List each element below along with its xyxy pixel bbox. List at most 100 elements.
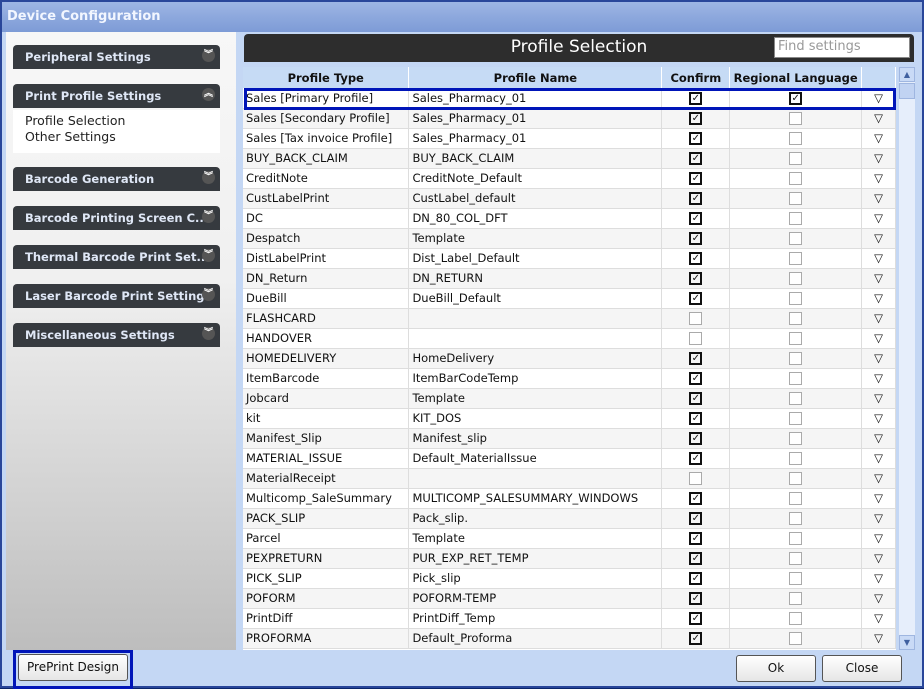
table-row[interactable]: PACK_SLIP Pack_slip. ✓ ▽	[243, 508, 896, 529]
scroll-thumb[interactable]	[899, 83, 915, 99]
filter-triangle-icon[interactable]: ▽	[861, 248, 896, 269]
filter-triangle-icon[interactable]: ▽	[861, 608, 896, 629]
table-row[interactable]: MATERIAL_ISSUE Default_MaterialIssue ✓ ▽	[243, 448, 896, 469]
ok-button[interactable]: Ok	[736, 655, 816, 682]
unchecked-checkbox[interactable]	[789, 392, 803, 405]
profile-name[interactable]: MULTICOMP_SALESUMMARY_WINDOWS	[408, 488, 663, 509]
profile-name[interactable]: Template	[408, 528, 663, 549]
chevron-double-down-icon[interactable]: ︾	[202, 288, 215, 301]
profile-name[interactable]: Sales_Pharmacy_01	[408, 128, 663, 149]
profile-name[interactable]: Manifest_slip	[408, 428, 663, 449]
table-row[interactable]: PROFORMA Default_Proforma ✓ ▽	[243, 628, 896, 649]
unchecked-checkbox[interactable]	[789, 332, 803, 345]
unchecked-checkbox[interactable]	[789, 232, 803, 245]
filter-triangle-icon[interactable]: ▽	[861, 568, 896, 589]
table-row[interactable]: kit KIT_DOS ✓ ▽	[243, 408, 896, 429]
profile-name[interactable]: Template	[408, 228, 663, 249]
profile-name[interactable]: Dist_Label_Default	[408, 248, 663, 269]
profile-name[interactable]: Default_Proforma	[408, 628, 663, 649]
filter-triangle-icon[interactable]: ▽	[861, 328, 896, 349]
profile-name[interactable]: DN_80_COL_DFT	[408, 208, 663, 229]
filter-triangle-icon[interactable]: ▽	[861, 208, 896, 229]
unchecked-checkbox[interactable]	[789, 112, 803, 125]
unchecked-checkbox[interactable]	[789, 592, 803, 605]
table-row[interactable]: Sales [Tax invoice Profile] Sales_Pharmac…	[243, 128, 896, 149]
checked-checkbox[interactable]: ✓	[689, 152, 703, 165]
profile-name[interactable]: PUR_EXP_RET_TEMP	[408, 548, 663, 569]
unchecked-checkbox[interactable]	[789, 612, 803, 625]
table-row[interactable]: Manifest_Slip Manifest_slip ✓ ▽	[243, 428, 896, 449]
table-row[interactable]: Parcel Template ✓ ▽	[243, 528, 896, 549]
checked-checkbox[interactable]: ✓	[689, 492, 703, 505]
filter-triangle-icon[interactable]: ▽	[861, 148, 896, 169]
table-row[interactable]: PrintDiff PrintDiff_Temp ✓ ▽	[243, 608, 896, 629]
chevron-double-down-icon[interactable]: ︾	[202, 210, 215, 223]
submenu-item[interactable]: Other Settings	[25, 129, 208, 145]
chevron-double-down-icon[interactable]: ︾	[202, 327, 215, 340]
profile-name[interactable]	[408, 328, 663, 349]
checked-checkbox[interactable]: ✓	[689, 172, 703, 185]
chevron-double-down-icon[interactable]: ︾	[202, 171, 215, 184]
filter-triangle-icon[interactable]: ▽	[861, 368, 896, 389]
sidebar-section[interactable]: Print Profile Settings ︽	[13, 84, 220, 108]
filter-triangle-icon[interactable]: ▽	[861, 508, 896, 529]
table-row[interactable]: DC DN_80_COL_DFT ✓ ▽	[243, 208, 896, 229]
sidebar-section[interactable]: Miscellaneous Settings ︾	[13, 323, 220, 347]
unchecked-checkbox[interactable]	[789, 132, 803, 145]
chevron-double-down-icon[interactable]: ︾	[202, 249, 215, 262]
chevron-double-down-icon[interactable]: ︾	[202, 49, 215, 62]
filter-triangle-icon[interactable]: ▽	[861, 268, 896, 289]
table-row[interactable]: Despatch Template ✓ ▽	[243, 228, 896, 249]
submenu-item[interactable]: Profile Selection	[25, 113, 208, 129]
unchecked-checkbox[interactable]	[789, 372, 803, 385]
table-row[interactable]: CreditNote CreditNote_Default ✓ ▽	[243, 168, 896, 189]
checked-checkbox[interactable]: ✓	[689, 532, 703, 545]
checked-checkbox[interactable]: ✓	[689, 232, 703, 245]
vertical-scrollbar[interactable]: ▲ ▼	[899, 67, 915, 650]
checked-checkbox[interactable]: ✓	[689, 192, 703, 205]
profile-name[interactable]: Pack_slip.	[408, 508, 663, 529]
checked-checkbox[interactable]: ✓	[689, 612, 703, 625]
table-row[interactable]: DN_Return DN_RETURN ✓ ▽	[243, 268, 896, 289]
unchecked-checkbox[interactable]	[689, 472, 703, 485]
table-row[interactable]: FLASHCARD ▽	[243, 308, 896, 329]
checked-checkbox[interactable]: ✓	[689, 132, 703, 145]
column-header[interactable]: Confirm	[661, 67, 731, 88]
table-row[interactable]: DistLabelPrint Dist_Label_Default ✓ ▽	[243, 248, 896, 269]
find-settings-input[interactable]: Find settings	[774, 37, 910, 58]
checked-checkbox[interactable]: ✓	[689, 412, 703, 425]
unchecked-checkbox[interactable]	[789, 532, 803, 545]
table-row[interactable]: PICK_SLIP Pick_slip ✓ ▽	[243, 568, 896, 589]
profile-name[interactable]: BUY_BACK_CLAIM	[408, 148, 663, 169]
filter-triangle-icon[interactable]: ▽	[861, 308, 896, 329]
table-row[interactable]: CustLabelPrint CustLabel_default ✓ ▽	[243, 188, 896, 209]
filter-triangle-icon[interactable]: ▽	[861, 128, 896, 149]
unchecked-checkbox[interactable]	[689, 312, 703, 325]
checked-checkbox[interactable]: ✓	[689, 112, 703, 125]
checked-checkbox[interactable]: ✓	[689, 352, 703, 365]
checked-checkbox[interactable]: ✓	[689, 252, 703, 265]
filter-triangle-icon[interactable]: ▽	[861, 108, 896, 129]
unchecked-checkbox[interactable]	[789, 452, 803, 465]
unchecked-checkbox[interactable]	[789, 472, 803, 485]
checked-checkbox[interactable]: ✓	[689, 572, 703, 585]
checked-checkbox[interactable]: ✓	[689, 632, 703, 645]
table-row[interactable]: HANDOVER ▽	[243, 328, 896, 349]
profile-name[interactable]: Default_MaterialIssue	[408, 448, 663, 469]
table-row[interactable]: MaterialReceipt ▽	[243, 468, 896, 489]
profile-name[interactable]: PrintDiff_Temp	[408, 608, 663, 629]
table-row[interactable]: Multicomp_SaleSummary MULTICOMP_SALESUMMA…	[243, 488, 896, 509]
profile-name[interactable]: Pick_slip	[408, 568, 663, 589]
unchecked-checkbox[interactable]	[789, 512, 803, 525]
profile-name[interactable]	[408, 468, 663, 489]
checked-checkbox[interactable]: ✓	[689, 452, 703, 465]
profile-name[interactable]: ItemBarCodeTemp	[408, 368, 663, 389]
checked-checkbox[interactable]: ✓	[689, 272, 703, 285]
unchecked-checkbox[interactable]	[789, 172, 803, 185]
column-header[interactable]: Profile Type	[243, 67, 410, 88]
unchecked-checkbox[interactable]	[789, 412, 803, 425]
sidebar-section[interactable]: Barcode Printing Screen C... ︾	[13, 206, 220, 230]
table-row[interactable]: DueBill DueBill_Default ✓ ▽	[243, 288, 896, 309]
profile-name[interactable]: KIT_DOS	[408, 408, 663, 429]
filter-triangle-icon[interactable]: ▽	[861, 288, 896, 309]
